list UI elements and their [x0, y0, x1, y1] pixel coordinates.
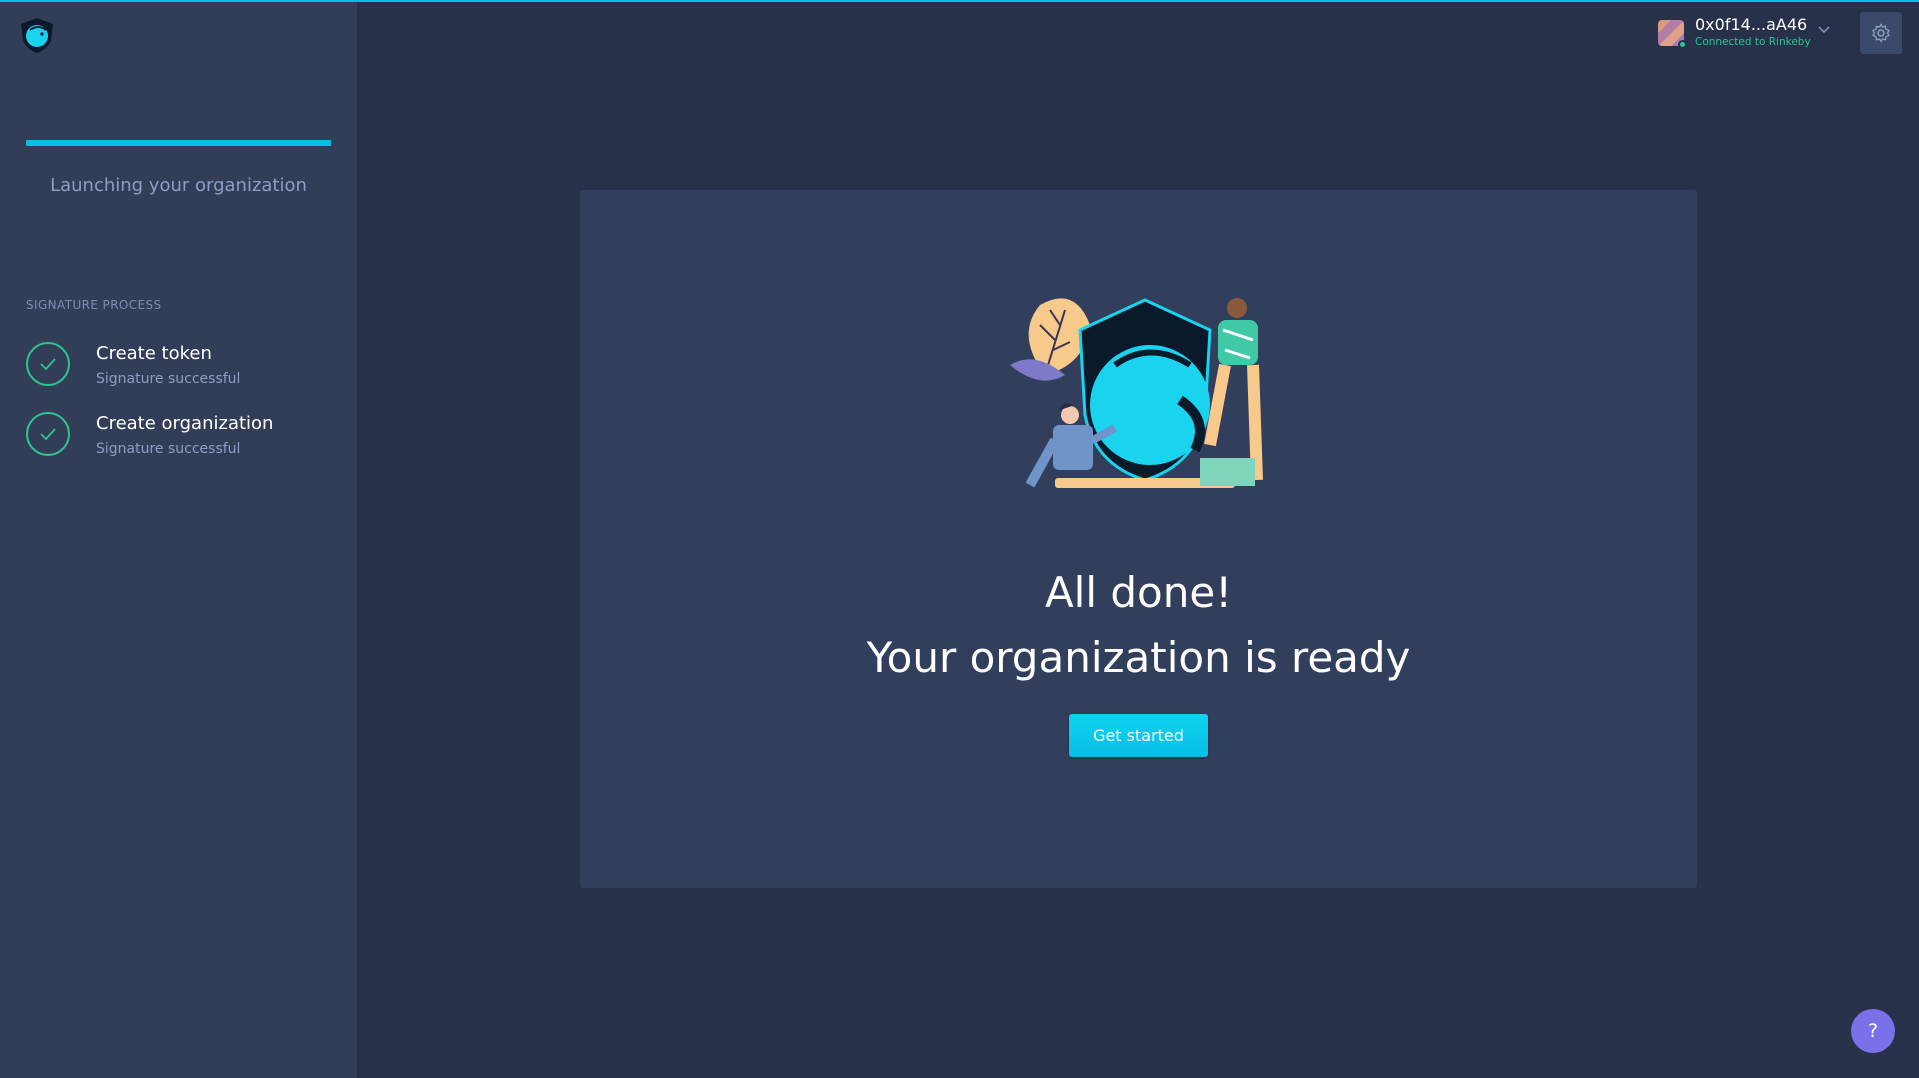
step-status: Signature successful — [96, 441, 241, 457]
settings-button[interactable] — [1860, 12, 1902, 54]
account-menu[interactable]: 0x0f14...aA46 Connected to Rinkeby — [1658, 15, 1838, 52]
help-button[interactable]: ? — [1851, 1009, 1895, 1053]
step-title: Create organization — [96, 413, 274, 434]
check-circle-icon — [26, 412, 70, 456]
aragon-logo-icon[interactable] — [18, 16, 56, 54]
organization-ready-illustration — [1010, 298, 1263, 488]
completion-card: All done! Your organization is ready Get… — [580, 190, 1697, 888]
step-status: Signature successful — [96, 371, 241, 387]
signature-process-label: SIGNATURE PROCESS — [26, 298, 162, 312]
sidebar: Launching your organization SIGNATURE PR… — [0, 0, 357, 1078]
launch-progress-bar — [26, 140, 331, 146]
get-started-button[interactable]: Get started — [1069, 714, 1208, 757]
account-avatar — [1658, 20, 1687, 49]
account-address: 0x0f14...aA46 — [1695, 15, 1808, 34]
connection-status-dot — [1678, 40, 1687, 49]
sidebar-title: Launching your organization — [50, 175, 307, 196]
step-create-organization: Create organization Signature successful — [26, 412, 346, 462]
top-accent-line — [0, 0, 1919, 2]
chevron-down-icon — [1818, 26, 1830, 33]
check-circle-icon — [26, 342, 70, 386]
network-status: Connected to Rinkeby — [1695, 36, 1811, 48]
step-create-token: Create token Signature successful — [26, 342, 346, 392]
completion-heading: All done! — [1044, 568, 1233, 617]
step-title: Create token — [96, 343, 212, 364]
completion-subheading: Your organization is ready — [866, 633, 1411, 682]
gear-icon — [1872, 23, 1890, 43]
